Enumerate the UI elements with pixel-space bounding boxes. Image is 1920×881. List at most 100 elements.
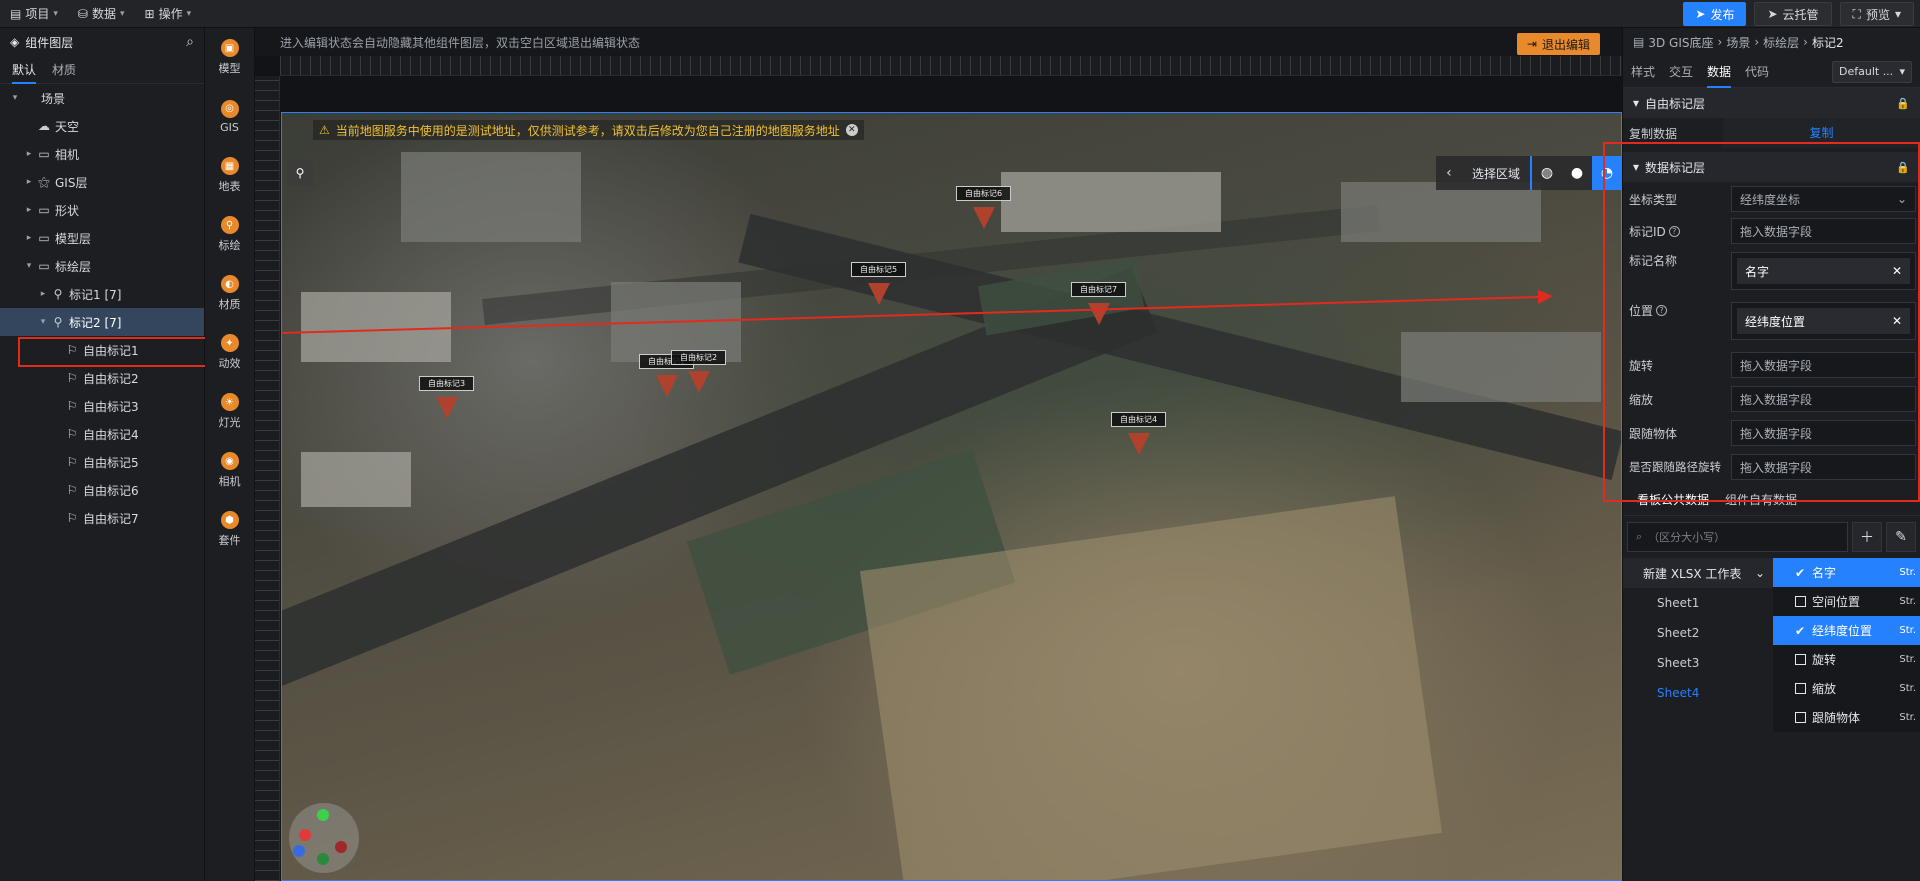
- map-marker[interactable]: 自由标记4: [1111, 412, 1167, 455]
- location-pin-icon[interactable]: ⚲: [287, 160, 313, 186]
- layer-tree-item[interactable]: ⚐ 自由标记7: [0, 504, 204, 532]
- layer-tree-item[interactable]: ⚐ 自由标记4: [0, 420, 204, 448]
- ruler-vertical: [255, 76, 280, 881]
- section-free-marker[interactable]: ▾ 自由标记层 🔒: [1623, 88, 1920, 118]
- icon-bar-item[interactable]: ✦ 动效: [205, 323, 254, 382]
- map-marker[interactable]: 自由标记7: [1071, 282, 1127, 325]
- field-item[interactable]: 空间位置 Str.: [1773, 587, 1920, 616]
- caret-right-icon[interactable]: ▸: [22, 177, 36, 187]
- layer-tree-item[interactable]: ⚐ 自由标记5: [0, 448, 204, 476]
- map-marker[interactable]: 自由标记2: [671, 350, 727, 393]
- map-marker[interactable]: 自由标记6: [956, 186, 1012, 229]
- flag-icon: ⚐: [66, 399, 78, 413]
- folder-icon: ⚝: [38, 174, 50, 189]
- edit-button[interactable]: ✎: [1886, 522, 1916, 552]
- sheet-item[interactable]: Sheet2: [1623, 618, 1773, 648]
- flag-icon: ⚐: [66, 511, 78, 525]
- tab-code[interactable]: 代码: [1745, 56, 1769, 88]
- checkbox[interactable]: [1795, 712, 1806, 723]
- icon-bar-item[interactable]: ☀ 灯光: [205, 382, 254, 441]
- layer-tree-item[interactable]: ▸ ⚝ GIS层: [0, 168, 204, 196]
- caret-down-icon[interactable]: ▾: [22, 261, 36, 271]
- axis-gizmo[interactable]: [289, 803, 359, 873]
- sheet-item[interactable]: Sheet3: [1623, 648, 1773, 678]
- checkmark-icon[interactable]: ✔: [1795, 566, 1806, 580]
- caret-right-icon[interactable]: ▸: [22, 233, 36, 243]
- menu-data[interactable]: ⛁ 数据 ▾: [68, 0, 135, 28]
- select-area-button[interactable]: 选择区域: [1462, 156, 1532, 190]
- layer-tree-item[interactable]: ⚐ 自由标记2: [0, 364, 204, 392]
- search-icon[interactable]: ⌕: [186, 34, 194, 50]
- lock-icon[interactable]: 🔒: [1896, 97, 1910, 110]
- field-item[interactable]: 旋转 Str.: [1773, 645, 1920, 674]
- tab-interaction[interactable]: 交互: [1669, 56, 1693, 88]
- checkbox[interactable]: [1795, 683, 1806, 694]
- checkbox[interactable]: [1795, 596, 1806, 607]
- layer-tree-item[interactable]: ▸ ▭ 形状: [0, 196, 204, 224]
- layer-tree-item[interactable]: ⚐ 自由标记6: [0, 476, 204, 504]
- icon-bar-item[interactable]: ▣ 模型: [205, 28, 254, 87]
- layer-tree-item[interactable]: ▾ ▭ 标绘层: [0, 252, 204, 280]
- cloud-hosting-button[interactable]: ➤ 云托管: [1754, 2, 1832, 26]
- field-type: Str.: [1899, 567, 1916, 578]
- caret-down-icon[interactable]: ▾: [8, 93, 22, 103]
- chevron-left-icon[interactable]: ‹: [1436, 165, 1462, 181]
- checkbox[interactable]: [1795, 654, 1806, 665]
- menu-project[interactable]: ▤ 项目 ▾: [0, 0, 68, 28]
- preview-button[interactable]: ⛶ 预览 ▾: [1839, 2, 1914, 26]
- circle-icon[interactable]: ●: [1562, 156, 1592, 190]
- field-item[interactable]: 跟随物体 Str.: [1773, 703, 1920, 732]
- globe-icon[interactable]: ◍: [1532, 156, 1562, 190]
- icon-bar-item[interactable]: ◉ 相机: [205, 441, 254, 500]
- menu-operate[interactable]: ⊞ 操作 ▾: [135, 0, 202, 28]
- icon-bar-item[interactable]: ⚲ 标绘: [205, 205, 254, 264]
- breadcrumb-item[interactable]: 3D GIS底座: [1648, 34, 1713, 51]
- publish-button[interactable]: ➤ 发布: [1683, 2, 1747, 26]
- caret-down-icon[interactable]: ▾: [36, 317, 50, 327]
- layer-tree-item[interactable]: ▸ ▭ 相机: [0, 140, 204, 168]
- default-select[interactable]: Default ... ▾: [1832, 60, 1912, 83]
- tab-style[interactable]: 样式: [1631, 56, 1655, 88]
- caret-right-icon[interactable]: ▸: [36, 289, 50, 299]
- field-search-input[interactable]: ⌕ （区分大小写）: [1627, 522, 1848, 552]
- sheet-item[interactable]: Sheet1: [1623, 588, 1773, 618]
- file-icon: ▤: [10, 6, 22, 21]
- breadcrumb-item[interactable]: 场景: [1726, 34, 1750, 51]
- icon-bar-item[interactable]: ◎ GIS: [205, 87, 254, 146]
- tab-material[interactable]: 材质: [52, 56, 76, 84]
- caret-right-icon[interactable]: ▸: [22, 149, 36, 159]
- layer-tree-item[interactable]: ▾ ⚲ 标记2 [7]: [0, 308, 204, 336]
- field-item[interactable]: ✔ 名字 Str.: [1773, 558, 1920, 587]
- gis-map-view[interactable]: ⚠ 当前地图服务中使用的是测试地址，仅供测试参考，请双击后修改为您自己注册的地图…: [281, 112, 1622, 881]
- folder-icon: ▭: [38, 203, 50, 217]
- marker-pin-icon: [867, 283, 890, 305]
- layer-tree-item[interactable]: ▾ 场景: [0, 84, 204, 112]
- close-icon[interactable]: ✕: [845, 124, 858, 136]
- layer-tree-label: 模型层: [55, 231, 92, 246]
- map-marker[interactable]: 自由标记5: [851, 262, 907, 305]
- field-item[interactable]: 缩放 Str.: [1773, 674, 1920, 703]
- layer-tree-item[interactable]: ▸ ⚲ 标记1 [7]: [0, 280, 204, 308]
- icon-bar-item[interactable]: ▦ 地表: [205, 146, 254, 205]
- highlight-box-marker2: [18, 337, 211, 367]
- exit-edit-button[interactable]: ⇥ 退出编辑: [1516, 33, 1600, 55]
- layer-tree-item[interactable]: ⚐ 自由标记3: [0, 392, 204, 420]
- layer-tree-item[interactable]: ▸ ▭ 模型层: [0, 224, 204, 252]
- field-item[interactable]: ✔ 经纬度位置 Str.: [1773, 616, 1920, 645]
- tab-data[interactable]: 数据: [1707, 56, 1732, 88]
- icon-bar-item[interactable]: ⬢ 套件: [205, 500, 254, 559]
- component-category-icon: ✦: [220, 334, 239, 352]
- add-button[interactable]: ＋: [1852, 522, 1882, 552]
- breadcrumb-item[interactable]: 标绘层: [1763, 34, 1799, 51]
- icon-bar-label: 模型: [218, 62, 241, 75]
- sheet-item[interactable]: Sheet4: [1623, 678, 1773, 708]
- caret-right-icon[interactable]: ▸: [22, 205, 36, 215]
- tab-default[interactable]: 默认: [12, 56, 37, 84]
- axis-neg-y-icon: [317, 853, 329, 865]
- icon-bar-item[interactable]: ◐ 材质: [205, 264, 254, 323]
- workbook-row[interactable]: 新建 XLSX 工作表 ⌄: [1623, 558, 1773, 588]
- checkmark-icon[interactable]: ✔: [1795, 624, 1806, 638]
- layer-panel-header: ◈ 组件图层 ⌕: [0, 28, 204, 56]
- layer-tree-item[interactable]: ☁ 天空: [0, 112, 204, 140]
- map-marker[interactable]: 自由标记3: [419, 376, 475, 419]
